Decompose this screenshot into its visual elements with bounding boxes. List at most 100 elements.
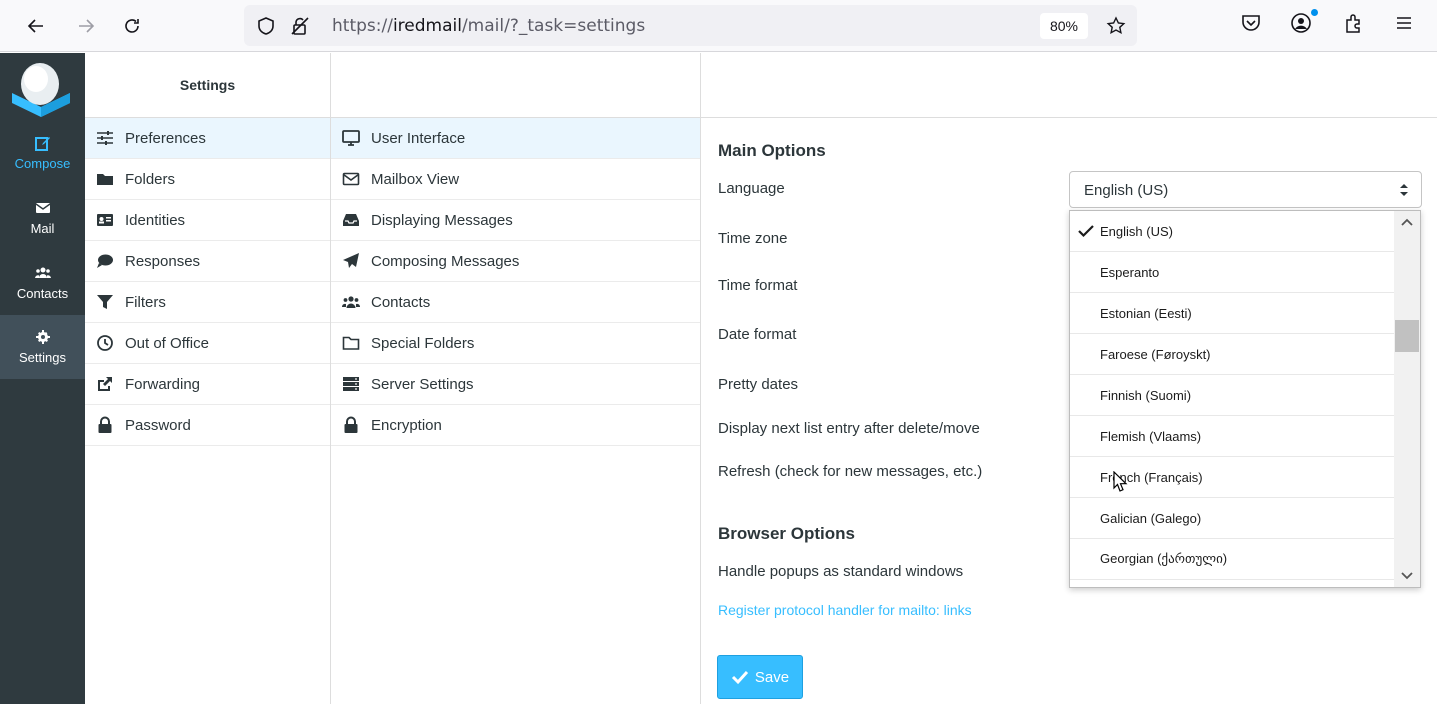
language-option[interactable]: Georgian (ქართული) [1070,539,1396,580]
contacts-button[interactable]: Contacts [0,251,85,315]
shield-icon[interactable] [256,16,276,36]
chevron-up-icon[interactable] [1399,215,1415,231]
section-item-label: Displaying Messages [371,211,513,229]
arrow-right-icon [79,19,95,33]
settings-item-responses[interactable]: Responses [85,241,330,282]
section-item-label: Special Folders [371,334,475,352]
section-item-label: User Interface [371,129,466,147]
settings-item-identities[interactable]: Identities [85,200,330,241]
language-option[interactable]: Estonian (Eesti) [1070,293,1396,334]
compose-button[interactable]: Compose [0,121,85,185]
url-prefix: https:// [332,16,393,36]
settings-item-folders[interactable]: Folders [85,159,330,200]
dateformat-label: Date format [718,326,797,343]
preferences-header [701,53,1437,118]
timeformat-label: Time format [718,277,798,294]
insecure-lock-icon[interactable] [290,16,310,36]
scrollbar-thumb[interactable] [1395,320,1419,352]
users-icon [341,293,361,311]
chevron-down-icon[interactable] [1399,567,1415,583]
settings-item-forwarding[interactable]: Forwarding [85,364,330,405]
reload-icon [125,19,139,33]
browser-toolbar: https://iredmail/mail/?_task=settings 80… [0,0,1437,52]
language-option[interactable]: English (US) [1070,211,1396,252]
section-item-composing-messages[interactable]: Composing Messages [331,241,700,282]
forward-button[interactable] [70,10,102,42]
mail-button[interactable]: Mail [0,186,85,250]
settings-button[interactable]: Settings [0,315,85,379]
url-text[interactable]: https://iredmail/mail/?_task=settings [332,16,645,36]
language-option-label: Flemish (Vlaams) [1100,428,1202,444]
language-option[interactable]: Finnish (Suomi) [1070,375,1396,416]
settings-item-label: Responses [125,252,201,270]
lock-icon [95,416,115,434]
extensions-icon[interactable] [1343,12,1365,34]
settings-header: Settings [85,53,330,118]
reload-button[interactable] [116,10,148,42]
comment-icon [95,252,115,270]
language-option-label: Estonian (Eesti) [1100,305,1192,321]
settings-item-preferences[interactable]: Preferences [85,118,330,159]
url-bar[interactable]: https://iredmail/mail/?_task=settings 80… [244,5,1137,46]
id-card-icon [95,211,115,229]
section-item-server-settings[interactable]: Server Settings [331,364,700,405]
dropdown-scrollbar[interactable] [1394,211,1420,587]
settings-item-label: Preferences [125,129,206,147]
roundcube-logo-icon[interactable] [8,59,74,119]
folder-icon [95,170,115,188]
popups-label: Handle popups as standard windows [718,563,964,580]
language-option[interactable]: Galician (Galego) [1070,498,1396,539]
section-item-mailbox-view[interactable]: Mailbox View [331,159,700,200]
language-option[interactable]: Flemish (Vlaams) [1070,416,1396,457]
save-button[interactable]: Save [717,655,803,699]
lock-icon [341,416,361,434]
monitor-icon [341,129,361,147]
zoom-level-button[interactable]: 80% [1040,13,1088,39]
envelope-icon [341,170,361,188]
save-label: Save [754,668,790,686]
register-protocol-link[interactable]: Register protocol handler for mailto: li… [718,602,972,618]
back-button[interactable] [20,10,52,42]
settings-item-out-of-office[interactable]: Out of Office [85,323,330,364]
language-select[interactable]: English (US) [1069,171,1422,208]
menu-icon[interactable] [1393,12,1415,34]
settings-item-password[interactable]: Password [85,405,330,446]
language-select-value: English (US) [1084,182,1169,199]
section-item-label: Contacts [371,293,431,311]
section-item-encryption[interactable]: Encryption [331,405,700,446]
main-options-title: Main Options [718,141,826,160]
section-item-special-folders[interactable]: Special Folders [331,323,700,364]
pocket-icon[interactable] [1240,12,1262,34]
arrow-left-icon [27,19,43,33]
server-icon [341,375,361,393]
contacts-label: Contacts [16,286,69,301]
url-host: iredmail [392,16,462,36]
section-item-label: Server Settings [371,375,474,393]
language-option-label: Esperanto [1100,264,1160,280]
language-option-label: Faroese (Føroyskt) [1100,346,1211,362]
timezone-label: Time zone [718,230,788,247]
prettydates-label: Pretty dates [718,376,799,393]
language-option[interactable]: Faroese (Føroyskt) [1070,334,1396,375]
section-item-user-interface[interactable]: User Interface [331,118,700,159]
settings-item-filters[interactable]: Filters [85,282,330,323]
section-item-label: Encryption [371,416,442,434]
inbox-icon [341,211,361,229]
folder-outline-icon [341,334,361,352]
account-icon[interactable] [1290,12,1312,34]
bookmark-star-icon[interactable] [1106,16,1126,36]
language-option[interactable]: Esperanto [1070,252,1396,293]
language-option-label: Galician (Galego) [1100,510,1202,526]
sections-list-panel: User Interface Mailbox View Displaying M… [331,53,701,704]
check-icon [731,670,749,685]
section-item-displaying-messages[interactable]: Displaying Messages [331,200,700,241]
browser-options-title: Browser Options [718,524,855,543]
section-item-contacts[interactable]: Contacts [331,282,700,323]
envelope-icon [35,203,50,213]
notification-dot [1311,9,1318,16]
language-dropdown[interactable]: English (US) Esperanto Estonian (Eesti) … [1069,210,1421,588]
language-option-label: English (US) [1100,223,1173,239]
compose-icon [34,137,50,151]
language-option-label: Finnish (Suomi) [1100,387,1192,403]
refresh-label: Refresh (check for new messages, etc.) [718,463,983,480]
